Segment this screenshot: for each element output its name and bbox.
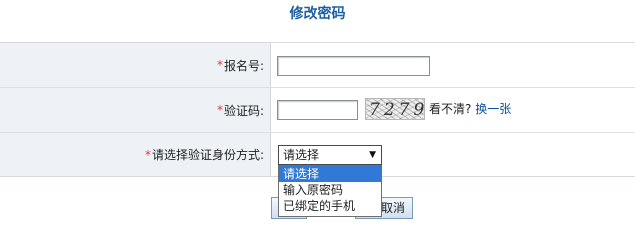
select-value: 请选择 [283,148,320,162]
verification-method-dropdown[interactable]: 请选择 输入原密码 已绑定的手机 [278,165,382,217]
verification-method-label: * 请选择验证身份方式: [144,147,264,163]
form-row-captcha: * 验证码: 7279 看不清? 换一张 [0,88,635,133]
verification-method-select[interactable]: 请选择 ▼ [278,145,382,165]
dropdown-arrow-icon: ▼ [369,150,376,160]
label-cell: * 验证码: [0,88,271,132]
page-title: 修改密码 [289,6,346,22]
dropdown-option[interactable]: 请选择 [279,166,381,182]
label-cell: * 请选择验证身份方式: [0,133,271,176]
cancel-button-label: 取消 [380,201,405,215]
registration-number-label: * 报名号: [216,58,264,73]
captcha-input[interactable] [277,100,358,120]
captcha-refresh-link[interactable]: 换一张 [475,102,511,116]
required-mark: * [216,58,223,72]
captcha-label: * 验证码: [216,103,264,118]
dropdown-option[interactable]: 输入原密码 [279,182,381,198]
captcha-image[interactable]: 7279 [365,98,425,120]
required-mark: * [144,147,151,162]
dropdown-option[interactable]: 已绑定的手机 [279,198,381,214]
registration-number-input[interactable] [277,56,430,76]
captcha-hint: 看不清? 换一张 [429,102,512,116]
label-cell: * 报名号: [0,43,271,87]
change-password-form: * 报名号: * 验证码: 7279 看不清? 换一张 * 请选择验证身份方式: 请选… [0,42,635,177]
form-row-registration-number: * 报名号: [0,43,635,88]
required-mark: * [216,103,223,117]
captcha-code: 7279 [369,100,425,120]
